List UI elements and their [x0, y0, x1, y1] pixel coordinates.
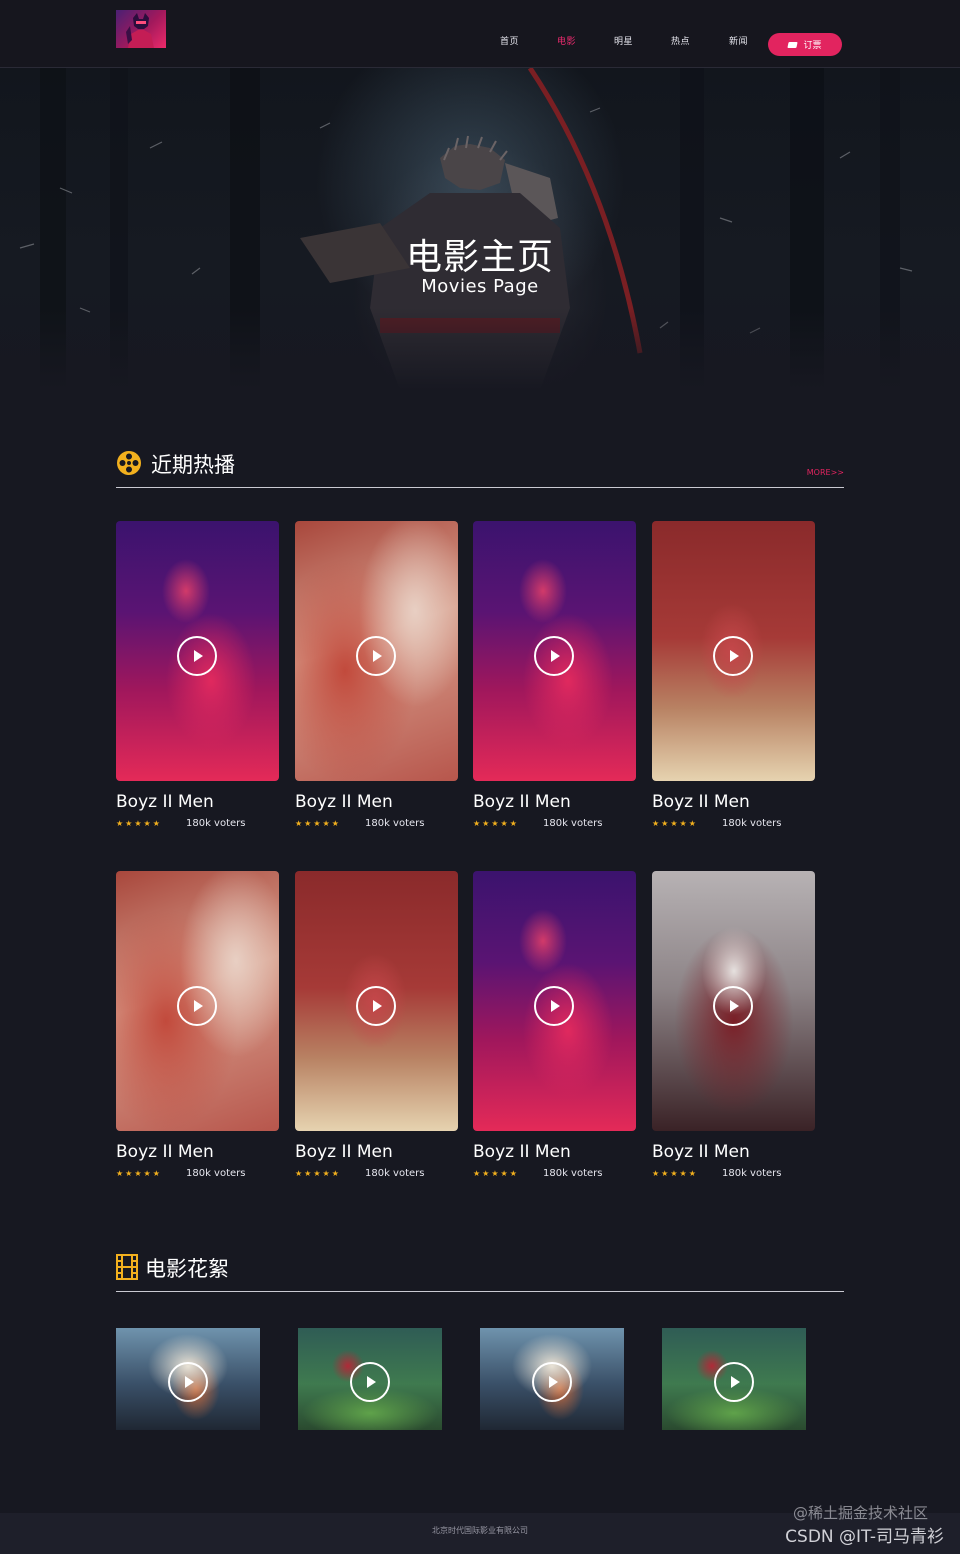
movie-poster[interactable] — [473, 521, 636, 781]
nav-item-news[interactable]: 新闻 — [729, 34, 748, 47]
movie-meta: ★★★★★ 180k voters — [295, 1167, 458, 1179]
voters-count: 180k voters — [186, 1167, 246, 1179]
movie-poster[interactable] — [652, 521, 815, 781]
voters-count: 180k voters — [186, 817, 246, 829]
movie-card[interactable]: Boyz II Men ★★★★★ 180k voters — [473, 521, 636, 829]
page-subtitle: Movies Page — [421, 276, 539, 297]
section-title: 电影花絮 — [145, 1257, 229, 1281]
rating-stars: ★★★★★ — [116, 1168, 162, 1178]
play-icon[interactable] — [350, 1362, 390, 1402]
movie-meta: ★★★★★ 180k voters — [473, 817, 636, 829]
nav-item-movies[interactable]: 电影 — [557, 34, 576, 47]
movie-poster[interactable] — [116, 521, 279, 781]
play-icon[interactable] — [356, 986, 396, 1026]
movie-meta: ★★★★★ 180k voters — [295, 817, 458, 829]
play-icon[interactable] — [177, 636, 217, 676]
voters-count: 180k voters — [365, 817, 425, 829]
play-icon[interactable] — [534, 986, 574, 1026]
nav-item-stars[interactable]: 明星 — [614, 34, 633, 47]
play-icon[interactable] — [356, 636, 396, 676]
rating-stars: ★★★★★ — [473, 818, 519, 828]
play-icon[interactable] — [168, 1362, 208, 1402]
rating-stars: ★★★★★ — [295, 1168, 341, 1178]
movie-title: Boyz II Men — [116, 792, 214, 812]
more-link[interactable]: MORE>> — [807, 468, 844, 477]
movie-poster[interactable] — [473, 871, 636, 1131]
rating-stars: ★★★★★ — [116, 818, 162, 828]
page-title: 电影主页 — [405, 237, 554, 278]
movie-title: Boyz II Men — [652, 792, 750, 812]
rating-stars: ★★★★★ — [652, 818, 698, 828]
film-strip-icon — [116, 1254, 138, 1280]
movie-meta: ★★★★★ 180k voters — [652, 817, 815, 829]
recent-section-header: 近期热播 MORE>> — [116, 448, 844, 488]
play-icon[interactable] — [177, 986, 217, 1026]
voters-count: 180k voters — [543, 1167, 603, 1179]
movie-card[interactable]: Boyz II Men ★★★★★ 180k voters — [116, 521, 279, 829]
nav-item-hot[interactable]: 热点 — [671, 34, 690, 47]
play-icon[interactable] — [713, 636, 753, 676]
play-icon[interactable] — [532, 1362, 572, 1402]
nav-item-home[interactable]: 首页 — [500, 34, 519, 47]
movie-card[interactable]: Boyz II Men ★★★★★ 180k voters — [652, 871, 815, 1179]
clips-section-header: 电影花絮 — [116, 1252, 844, 1292]
top-header: 首页 电影 明星 热点 新闻 订票 — [0, 0, 960, 68]
hero-banner: 电影主页 Movies Page — [0, 68, 960, 390]
book-ticket-button[interactable]: 订票 — [768, 33, 842, 56]
clip-thumbnail[interactable] — [480, 1328, 624, 1430]
voters-count: 180k voters — [365, 1167, 425, 1179]
movie-meta: ★★★★★ 180k voters — [652, 1167, 815, 1179]
clip-thumbnail[interactable] — [662, 1328, 806, 1430]
movie-poster[interactable] — [295, 871, 458, 1131]
movie-title: Boyz II Men — [473, 1142, 571, 1162]
movie-meta: ★★★★★ 180k voters — [116, 1167, 279, 1179]
movie-card[interactable]: Boyz II Men ★★★★★ 180k voters — [116, 871, 279, 1179]
movie-title: Boyz II Men — [295, 792, 393, 812]
play-icon[interactable] — [534, 636, 574, 676]
book-ticket-label: 订票 — [803, 41, 822, 51]
movie-title: Boyz II Men — [652, 1142, 750, 1162]
watermark-juejin: @稀土掘金技术社区 — [792, 1504, 928, 1522]
movie-poster[interactable] — [295, 521, 458, 781]
clip-thumbnail[interactable] — [116, 1328, 260, 1430]
voters-count: 180k voters — [722, 817, 782, 829]
play-icon[interactable] — [714, 1362, 754, 1402]
movie-card[interactable]: Boyz II Men ★★★★★ 180k voters — [473, 871, 636, 1179]
movie-card[interactable]: Boyz II Men ★★★★★ 180k voters — [652, 521, 815, 829]
watermark-csdn: CSDN @IT-司马青衫 — [785, 1527, 944, 1547]
rating-stars: ★★★★★ — [652, 1168, 698, 1178]
ticket-flag-icon — [787, 41, 799, 48]
voters-count: 180k voters — [543, 817, 603, 829]
section-title: 近期热播 — [151, 453, 235, 477]
movie-card[interactable]: Boyz II Men ★★★★★ 180k voters — [295, 871, 458, 1179]
movie-meta: ★★★★★ 180k voters — [473, 1167, 636, 1179]
rating-stars: ★★★★★ — [473, 1168, 519, 1178]
film-reel-icon — [117, 451, 141, 475]
movie-title: Boyz II Men — [295, 1142, 393, 1162]
rating-stars: ★★★★★ — [295, 818, 341, 828]
movie-title: Boyz II Men — [473, 792, 571, 812]
play-icon[interactable] — [713, 986, 753, 1026]
voters-count: 180k voters — [722, 1167, 782, 1179]
movie-poster[interactable] — [116, 871, 279, 1131]
clip-thumbnail[interactable] — [298, 1328, 442, 1430]
movie-title: Boyz II Men — [116, 1142, 214, 1162]
movie-poster[interactable] — [652, 871, 815, 1131]
movie-meta: ★★★★★ 180k voters — [116, 817, 279, 829]
movie-card[interactable]: Boyz II Men ★★★★★ 180k voters — [295, 521, 458, 829]
